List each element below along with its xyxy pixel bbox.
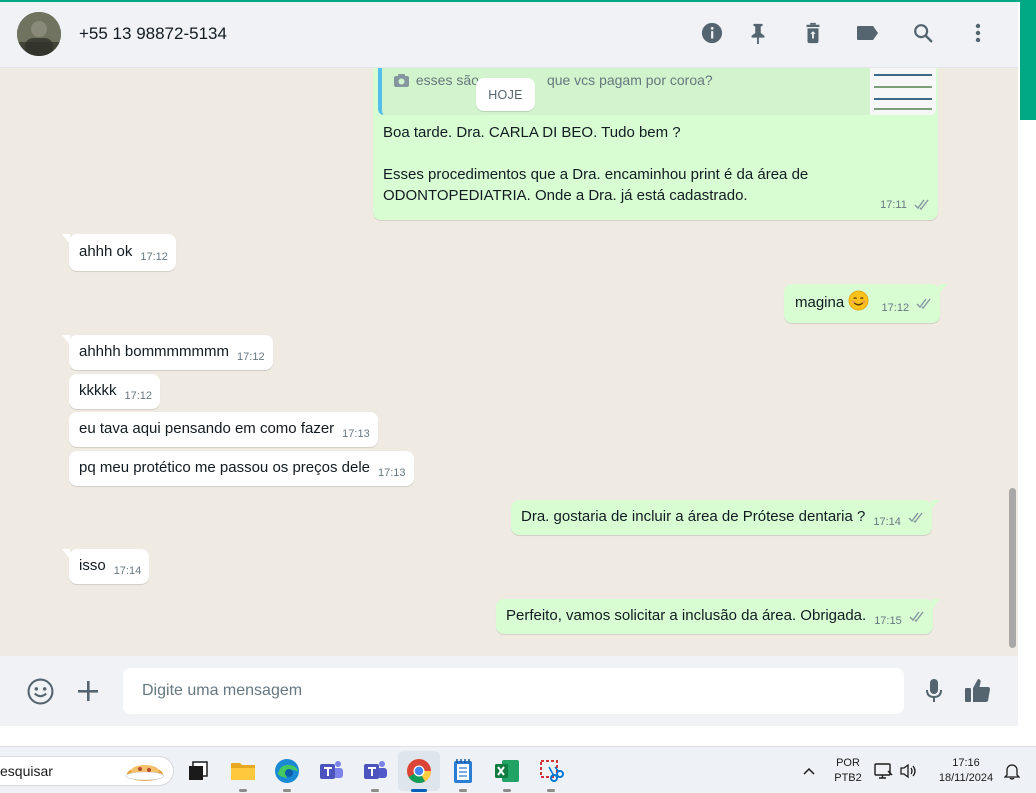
- window-bottom-gap: [0, 726, 1036, 746]
- task-view-icon[interactable]: [183, 756, 213, 786]
- chat-area[interactable]: esses são que vcs pagam por coroa? Boa ta…: [0, 68, 1018, 656]
- os-taskbar: esquisar POR PTB2 17:16 18/11/2024: [0, 746, 1036, 793]
- message-text: eu tava aqui pensando em como fazer: [79, 420, 335, 437]
- message-time: 17:15: [874, 615, 902, 627]
- snipping-tool-icon[interactable]: [536, 756, 566, 792]
- teams-classic-icon[interactable]: [316, 756, 346, 786]
- message-time: 17:12: [140, 251, 168, 263]
- accent-strip-right: [1020, 2, 1036, 120]
- delete-icon[interactable]: [799, 19, 827, 47]
- message-text: kkkkk: [79, 382, 117, 399]
- message-text: Dra. gostaria de incluir a área de Próte…: [521, 508, 866, 525]
- message-time: 17:12: [881, 302, 910, 314]
- chrome-icon[interactable]: [404, 756, 434, 792]
- message-bubble-outgoing[interactable]: esses são que vcs pagam por coroa? Boa ta…: [373, 68, 938, 220]
- date-divider: HOJE: [476, 78, 535, 111]
- pin-icon[interactable]: [744, 19, 772, 47]
- message-time: 17:14: [873, 516, 901, 528]
- read-ticks-icon: [916, 294, 932, 315]
- chat-scrollbar-thumb[interactable]: [1009, 488, 1016, 648]
- smiling-emoji-icon: [848, 290, 869, 317]
- message-text: Perfeito, vamos solicitar a inclusão da …: [506, 607, 867, 624]
- notification-bell-icon[interactable]: [1000, 756, 1024, 786]
- microphone-icon[interactable]: [918, 675, 950, 707]
- message-time: 17:12: [237, 351, 265, 363]
- message-text: ahhhh bommmmmmm: [79, 343, 230, 360]
- camera-icon: [394, 72, 409, 93]
- message-text: pq meu protético me passou os preços del…: [79, 459, 370, 476]
- quoted-image-thumbnail: [870, 68, 936, 115]
- message-text: Boa tarde. Dra. CARLA DI BEO. Tudo bem ?…: [383, 124, 809, 204]
- message-time: 17:14: [113, 565, 142, 577]
- taskbar-search-text: esquisar: [0, 763, 53, 779]
- message-text: isso: [79, 557, 106, 574]
- message-bubble-incoming[interactable]: ahhh ok 17:12: [62, 234, 176, 271]
- message-bubble-incoming[interactable]: kkkkk 17:12: [69, 374, 161, 409]
- chat-header: +55 13 98872-5134: [0, 2, 1018, 68]
- volume-icon[interactable]: [896, 756, 920, 786]
- input-language[interactable]: POR PTB2: [830, 756, 866, 786]
- label-icon[interactable]: [854, 19, 882, 47]
- message-input[interactable]: [123, 668, 904, 714]
- edge-icon[interactable]: [272, 756, 302, 792]
- message-text: magina: [795, 294, 845, 311]
- message-time: 17:13: [342, 428, 370, 440]
- excel-icon[interactable]: [492, 756, 522, 792]
- message-time: 17:12: [124, 390, 153, 402]
- message-time: 17:11: [880, 199, 907, 211]
- message-bubble-incoming[interactable]: isso 17:14: [62, 549, 150, 584]
- emoji-icon[interactable]: [24, 675, 56, 707]
- avatar[interactable]: [17, 12, 61, 56]
- composer-bar: [0, 656, 1018, 726]
- message-bubble-outgoing[interactable]: Perfeito, vamos solicitar a inclusão da …: [496, 599, 940, 634]
- system-clock[interactable]: 17:16 18/11/2024: [928, 756, 1004, 786]
- quoted-text: esses são que vcs pagam por coroa?: [394, 70, 713, 93]
- quoted-message[interactable]: esses são que vcs pagam por coroa?: [378, 68, 936, 115]
- notepad-icon[interactable]: [448, 756, 478, 792]
- message-bubble-outgoing[interactable]: Dra. gostaria de incluir a área de Próte…: [511, 500, 940, 535]
- chevron-up-icon[interactable]: [795, 756, 823, 786]
- message-meta: 17:11: [872, 193, 930, 216]
- info-icon[interactable]: [698, 19, 726, 47]
- contact-name[interactable]: +55 13 98872-5134: [79, 24, 227, 44]
- message-time: 17:13: [378, 467, 406, 479]
- attach-plus-icon[interactable]: [72, 675, 104, 707]
- message-text: ahhh ok: [79, 243, 133, 260]
- message-bubble-incoming[interactable]: pq meu protético me passou os preços del…: [69, 451, 414, 486]
- search-icon[interactable]: [909, 19, 937, 47]
- read-ticks-icon: [914, 195, 930, 216]
- taskbar-search[interactable]: esquisar: [0, 756, 174, 786]
- message-bubble-incoming[interactable]: eu tava aqui pensando em como fazer 17:13: [69, 412, 378, 447]
- display-network-icon[interactable]: [872, 756, 896, 786]
- menu-icon[interactable]: [964, 19, 992, 47]
- teams-icon[interactable]: [360, 756, 390, 792]
- message-bubble-outgoing[interactable]: magina 17:12: [784, 284, 948, 323]
- search-highlight-icon: [124, 760, 166, 787]
- file-explorer-icon[interactable]: [228, 756, 258, 792]
- thumbs-up-icon[interactable]: [962, 674, 994, 706]
- read-ticks-icon: [909, 607, 925, 628]
- message-bubble-incoming[interactable]: ahhhh bommmmmmm 17:12: [62, 335, 273, 370]
- read-ticks-icon: [908, 508, 924, 529]
